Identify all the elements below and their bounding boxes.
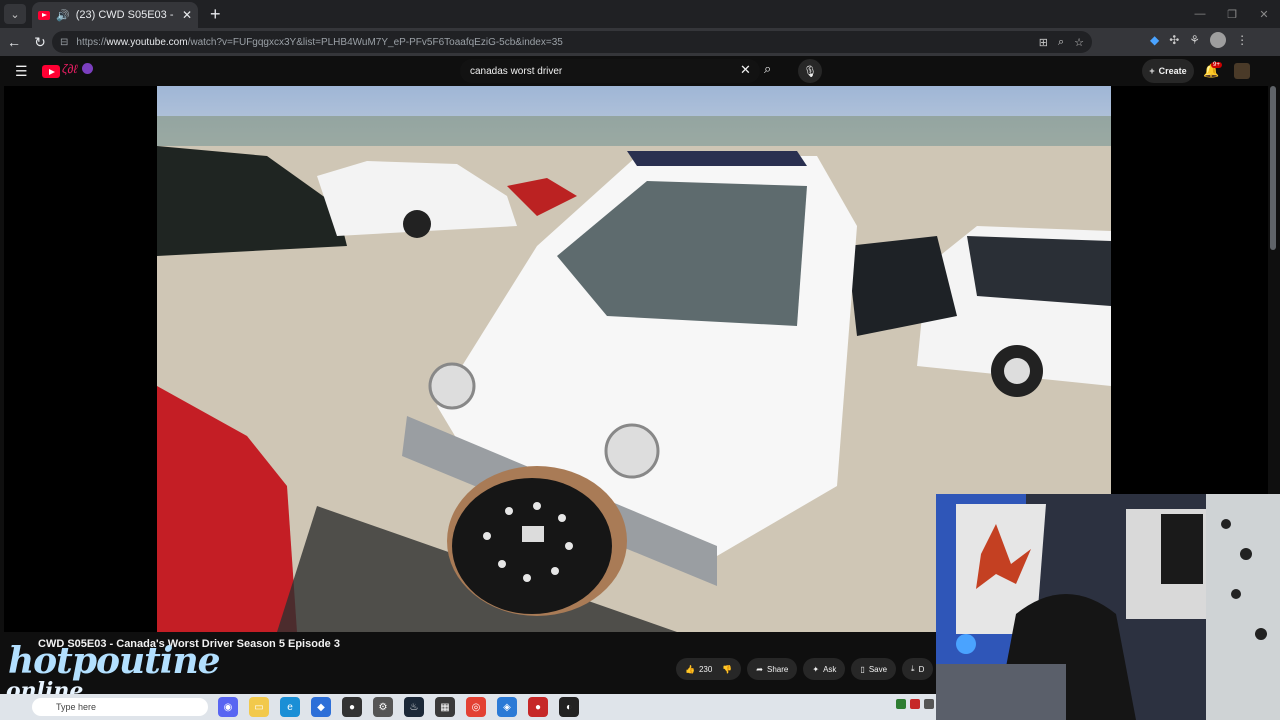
sidebar-icon[interactable]: ⚘ [1189, 33, 1200, 47]
thumbs-up-icon: 👍 [685, 664, 695, 674]
url-path: /watch?v=FUFgqgxcx3Y&list=PLHB4WuM7Y_eP-… [187, 36, 563, 48]
url-host: www.youtube.com [106, 36, 188, 48]
reload-icon[interactable]: ↻ [28, 34, 52, 51]
taskbar-apps: ◉ ▭ e ◆ ● ⚙ ♨ ▦ ◎ ◈ ● ◐ [218, 697, 579, 717]
settings-icon[interactable]: ⚙ [373, 697, 393, 717]
tab-title: (23) CWD S05E03 - Canada's W [75, 9, 176, 21]
webcam-feed-image [936, 494, 1280, 720]
youtube-favicon-icon [38, 10, 50, 20]
restore-icon[interactable]: ❐ [1216, 0, 1248, 28]
system-tray [896, 699, 934, 709]
dislike-icon[interactable]: 👎 [722, 665, 732, 674]
close-window-icon[interactable]: ✕ [1248, 0, 1280, 28]
like-button[interactable]: 👍 230 👎 [676, 658, 742, 680]
bookmark-star-icon[interactable]: ☆ [1074, 36, 1084, 49]
extensions-puzzle-icon[interactable]: ✣ [1169, 33, 1179, 47]
tray-app-icon[interactable] [896, 699, 906, 709]
taskbar-search-input[interactable]: Type here [32, 698, 208, 716]
youtube-logo-icon[interactable] [42, 65, 60, 78]
speaker-icon[interactable]: 🔊 [56, 9, 70, 22]
video-actions: 👍 230 👎 ➦ Share ✦ Ask ▯ Save ⤓ D [676, 658, 934, 680]
clear-search-icon[interactable]: ✕ [740, 62, 751, 78]
browser-tab-strip: ⌄ 🔊 (23) CWD S05E03 - Canada's W ✕ + — ❐… [0, 0, 1280, 28]
app-icon[interactable]: ⊞ [1039, 36, 1048, 49]
search-input[interactable]: canadas worst driver [460, 59, 760, 83]
search-icon[interactable]: ⌕ [764, 61, 771, 77]
app-red-icon[interactable]: ● [528, 697, 548, 717]
url-prefix: https:// [76, 36, 107, 48]
edge-icon[interactable]: e [280, 697, 300, 717]
share-icon: ➦ [756, 664, 763, 674]
ask-label: Ask [823, 664, 837, 674]
create-label: Create [1158, 66, 1187, 76]
browser-tab[interactable]: 🔊 (23) CWD S05E03 - Canada's W ✕ [32, 2, 198, 28]
chrome-icon[interactable]: ◎ [466, 697, 486, 717]
search-query: canadas worst driver [470, 65, 563, 77]
obs-icon[interactable]: ◐ [559, 697, 579, 717]
plus-icon: + [1149, 66, 1155, 76]
site-info-icon[interactable]: ⊟ [60, 37, 68, 48]
page-scrollbar[interactable] [1270, 86, 1276, 250]
account-avatar[interactable] [1234, 63, 1250, 79]
doodle-badge-icon [82, 63, 93, 74]
share-label: Share [767, 664, 789, 674]
profile-avatar[interactable] [1210, 32, 1227, 48]
youtube-masthead: ☰ ζ∂ℓ canadas worst driver ✕ ⌕ 🎙 + Creat… [0, 56, 1280, 86]
notification-badge: 9+ [1211, 62, 1222, 68]
save-label: Save [868, 664, 888, 674]
hamburger-menu-icon[interactable]: ☰ [15, 63, 28, 80]
extension-icon[interactable]: ◆ [1150, 33, 1159, 47]
tray-app2-icon[interactable] [924, 699, 934, 709]
taskview-icon[interactable]: ▦ [435, 697, 455, 717]
minimize-icon[interactable]: — [1184, 0, 1216, 28]
windows-taskbar: Type here ◉ ▭ e ◆ ● ⚙ ♨ ▦ ◎ ◈ ● ◐ [0, 694, 936, 720]
new-tab-button[interactable]: + [210, 4, 221, 25]
discord-icon[interactable]: ◉ [218, 697, 238, 717]
address-bar: ← ↻ ⊟ https://www.youtube.com/watch?v=FU… [0, 28, 1280, 56]
taskbar-search-placeholder: Type here [56, 702, 97, 712]
webcam-overlay [936, 494, 1280, 720]
save-icon: ▯ [860, 664, 865, 674]
create-button[interactable]: + Create [1142, 59, 1194, 83]
app-azure-icon[interactable]: ◈ [497, 697, 517, 717]
app-dark-icon[interactable]: ● [342, 697, 362, 717]
extensions-area: ◆ ✣ ⚘ ⋮ [1150, 32, 1248, 48]
ask-button[interactable]: ✦ Ask [803, 658, 846, 680]
download-button[interactable]: ⤓ D [902, 658, 934, 680]
url-field[interactable]: ⊟ https://www.youtube.com/watch?v=FUFgqg… [52, 31, 1092, 53]
download-label: D [918, 664, 925, 674]
tab-search-button[interactable]: ⌄ [4, 4, 26, 24]
microphone-icon[interactable]: 🎙 [798, 59, 822, 83]
window-controls: — ❐ ✕ [1184, 0, 1280, 28]
hotpoutine-logo: hotpoutine [8, 640, 221, 682]
close-tab-icon[interactable]: ✕ [182, 8, 192, 22]
sparkle-icon: ✦ [812, 664, 820, 674]
tray-record-icon[interactable] [910, 699, 920, 709]
app-blue-icon[interactable]: ◆ [311, 697, 331, 717]
steam-icon[interactable]: ♨ [404, 697, 424, 717]
logo-doodle-icon[interactable]: ζ∂ℓ [62, 62, 77, 76]
share-button[interactable]: ➦ Share [747, 658, 798, 680]
save-button[interactable]: ▯ Save [851, 658, 897, 680]
file-explorer-icon[interactable]: ▭ [249, 697, 269, 717]
download-icon: ⤓ [911, 664, 915, 673]
like-count: 230 [698, 664, 713, 674]
back-icon[interactable]: ← [2, 34, 26, 50]
browser-menu-icon[interactable]: ⋮ [1236, 33, 1248, 47]
zoom-icon[interactable]: ⌕ [1058, 36, 1064, 49]
